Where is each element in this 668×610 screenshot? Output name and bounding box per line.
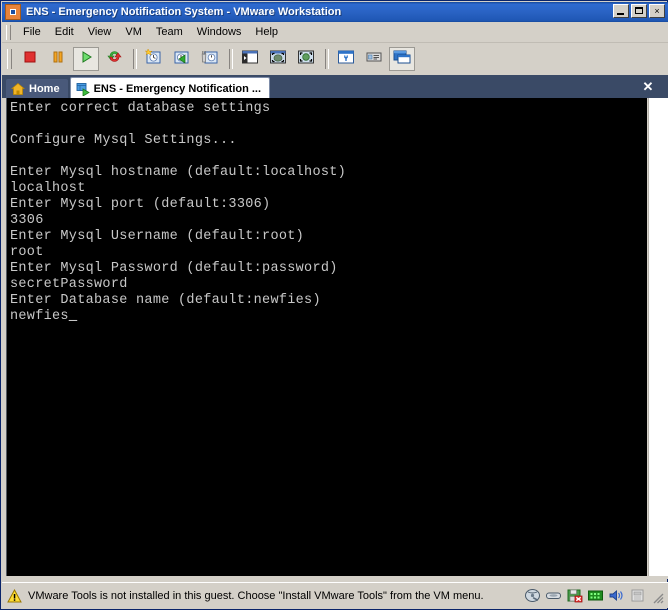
console-window-icon bbox=[393, 49, 411, 70]
toolbar-separator-1 bbox=[133, 49, 137, 69]
snapshot-manager-button[interactable] bbox=[197, 47, 223, 71]
snapshot-revert-icon bbox=[173, 49, 191, 70]
menu-item-vm[interactable]: VM bbox=[118, 24, 149, 40]
toolbar bbox=[2, 43, 668, 75]
menu-bar: File Edit View VM Team Windows Help bbox=[2, 22, 668, 43]
warning-triangle-icon bbox=[7, 588, 22, 603]
summary-view-button[interactable] bbox=[361, 47, 387, 71]
vmware-workstation-window: ENS - Emergency Notification System - VM… bbox=[0, 0, 668, 610]
status-cd-icon[interactable] bbox=[544, 588, 562, 604]
status-message: VMware Tools is not installed in this gu… bbox=[28, 589, 484, 602]
minimize-button[interactable] bbox=[613, 4, 629, 18]
revert-snapshot-button[interactable] bbox=[169, 47, 195, 71]
menu-item-edit[interactable]: Edit bbox=[48, 24, 81, 40]
status-device-icons bbox=[523, 588, 646, 604]
reset-arrows-icon bbox=[106, 49, 122, 69]
vm-settings-button[interactable] bbox=[333, 47, 359, 71]
console-view-button[interactable] bbox=[389, 47, 415, 71]
play-triangle-icon bbox=[79, 50, 93, 69]
status-usb-icon[interactable] bbox=[628, 588, 646, 604]
menu-item-help[interactable]: Help bbox=[248, 24, 285, 40]
tab-home[interactable]: Home bbox=[6, 79, 68, 99]
vm-console-area: Enter correct database settings Configur… bbox=[2, 98, 668, 579]
show-sidebar-button[interactable] bbox=[237, 47, 263, 71]
suspend-button[interactable] bbox=[45, 47, 71, 71]
take-snapshot-button[interactable] bbox=[141, 47, 167, 71]
status-sound-icon[interactable] bbox=[607, 588, 625, 604]
close-button[interactable]: × bbox=[649, 4, 665, 18]
tab-close-button[interactable]: ✕ bbox=[640, 79, 656, 95]
console-output: Enter correct database settings Configur… bbox=[10, 101, 347, 324]
snapshot-manager-icon bbox=[201, 49, 219, 70]
power-off-button[interactable] bbox=[17, 47, 43, 71]
pause-bars-icon bbox=[51, 50, 65, 69]
power-on-button[interactable] bbox=[73, 47, 99, 71]
vm-console-screen[interactable]: Enter correct database settings Configur… bbox=[6, 98, 647, 576]
maximize-button[interactable] bbox=[631, 4, 647, 18]
menu-item-view[interactable]: View bbox=[81, 24, 119, 40]
status-network-icon[interactable] bbox=[586, 588, 604, 604]
menu-item-team[interactable]: Team bbox=[149, 24, 190, 40]
status-disk-icon[interactable] bbox=[523, 588, 541, 604]
toolbar-drag-grip[interactable] bbox=[7, 49, 12, 69]
fullscreen-icon bbox=[297, 49, 315, 70]
window-controls: × bbox=[613, 4, 665, 18]
tab-strip: Home ENS - Emergency Notification ... ✕ bbox=[2, 75, 668, 99]
window-title: ENS - Emergency Notification System - VM… bbox=[26, 6, 342, 18]
quick-switch-button[interactable] bbox=[265, 47, 291, 71]
snapshot-new-icon bbox=[144, 47, 163, 70]
toolbar-separator-3 bbox=[325, 49, 329, 69]
toolbar-separator-2 bbox=[229, 49, 233, 69]
resize-grip[interactable] bbox=[651, 591, 665, 605]
console-cursor: _ bbox=[68, 309, 78, 324]
title-bar: ENS - Emergency Notification System - VM… bbox=[2, 2, 668, 22]
reset-button[interactable] bbox=[101, 47, 127, 71]
status-floppy-icon[interactable] bbox=[565, 588, 583, 604]
menu-drag-grip[interactable] bbox=[6, 24, 11, 40]
tab-ens-vm-label: ENS - Emergency Notification ... bbox=[93, 82, 262, 95]
wrench-settings-icon bbox=[337, 49, 355, 70]
tab-home-label: Home bbox=[29, 83, 60, 95]
close-icon: × bbox=[654, 6, 660, 16]
home-icon bbox=[10, 82, 26, 96]
console-right-margin bbox=[648, 98, 668, 576]
tab-ens-vm[interactable]: ENS - Emergency Notification ... bbox=[69, 77, 271, 99]
menu-item-file[interactable]: File bbox=[16, 24, 48, 40]
menu-item-windows[interactable]: Windows bbox=[190, 24, 249, 40]
stop-square-icon bbox=[23, 50, 37, 69]
fullscreen-button[interactable] bbox=[293, 47, 319, 71]
quick-switch-icon bbox=[269, 49, 287, 70]
status-bar: VMware Tools is not installed in this gu… bbox=[2, 582, 668, 608]
summary-card-icon bbox=[365, 49, 383, 70]
vmware-app-icon bbox=[5, 4, 21, 20]
sidebar-panel-icon bbox=[241, 49, 259, 70]
vm-tab-icon bbox=[76, 82, 90, 97]
